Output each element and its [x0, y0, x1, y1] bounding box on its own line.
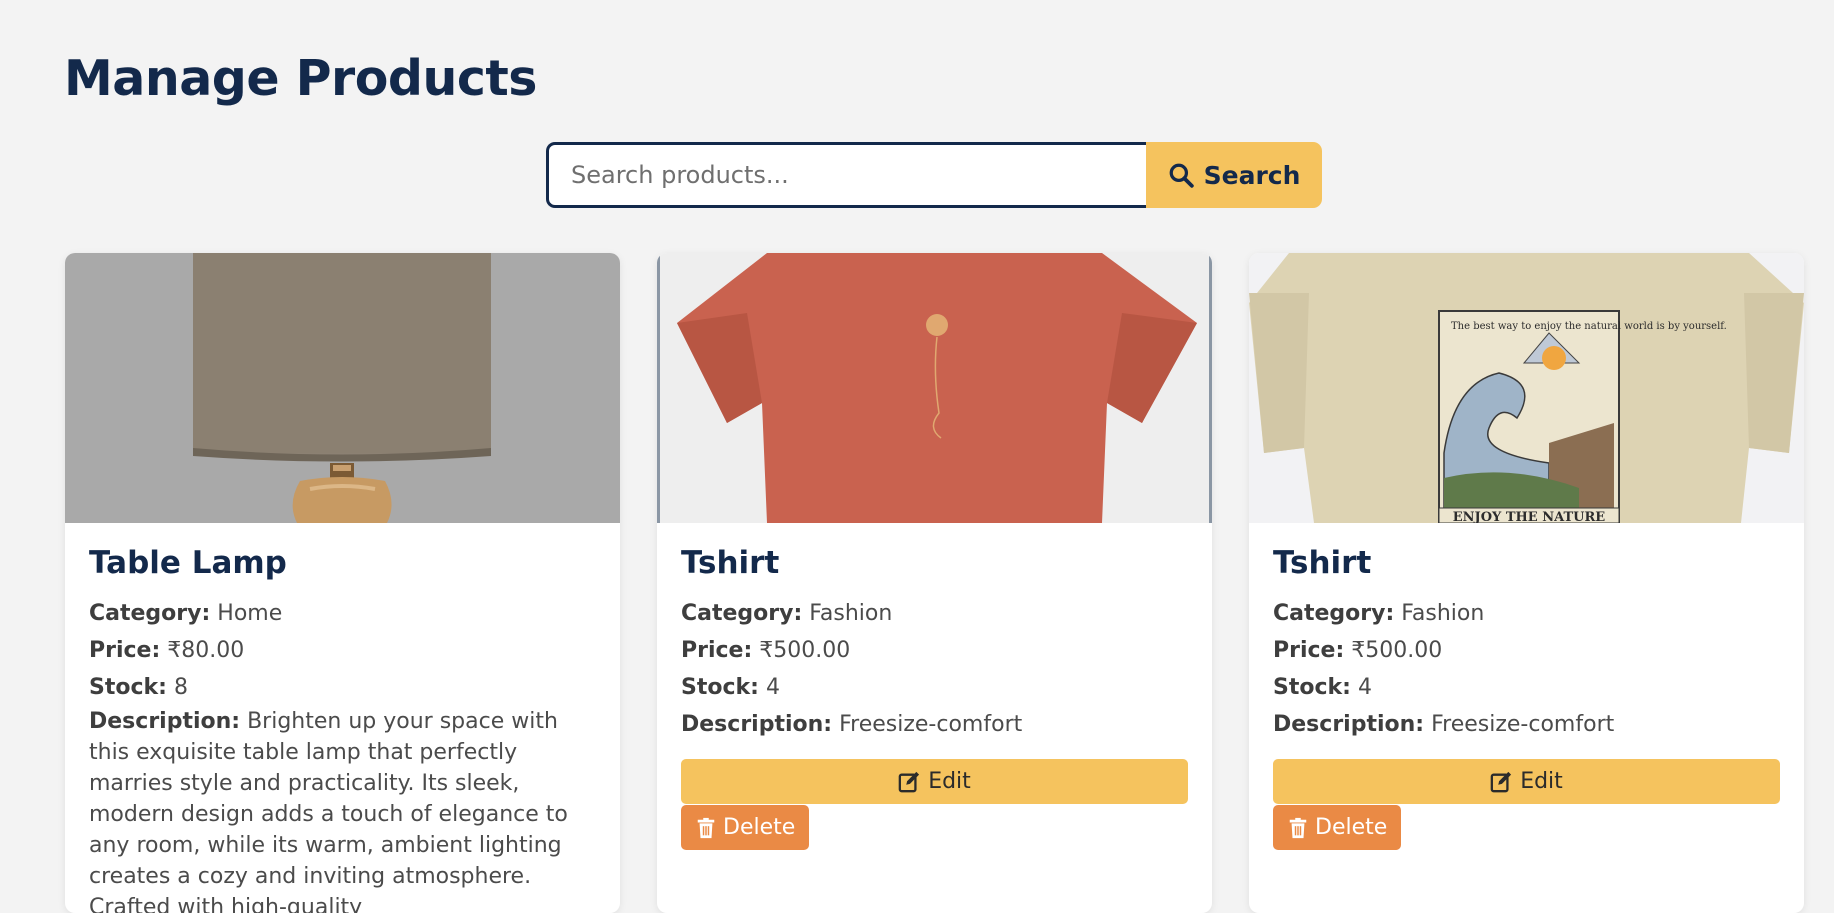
- price-value: ₹80.00: [167, 638, 245, 663]
- price-value: ₹500.00: [1351, 638, 1443, 663]
- stock-value: 4: [765, 675, 780, 700]
- product-name: Tshirt: [1273, 545, 1372, 581]
- edit-button-label: Edit: [1520, 769, 1563, 794]
- edit-button[interactable]: Edit: [1273, 759, 1780, 804]
- search-button-label: Search: [1203, 160, 1301, 190]
- category-label: Category:: [681, 601, 803, 626]
- slogan-line-1: The best way to enjoy the natural world …: [1451, 321, 1727, 332]
- stock-label: Stock:: [681, 675, 759, 700]
- product-stock: Stock: 4: [681, 669, 1188, 706]
- product-category: Category: Fashion: [681, 595, 1188, 632]
- price-label: Price:: [1273, 638, 1345, 663]
- description-value: Freesize-comfort: [1431, 712, 1615, 737]
- product-stock: Stock: 8: [89, 669, 596, 706]
- edit-icon: [1490, 771, 1512, 792]
- product-description: Description: Brighten up your space with…: [89, 706, 596, 913]
- table-lamp-image: [65, 253, 620, 523]
- edit-button[interactable]: Edit: [681, 759, 1188, 804]
- stock-label: Stock:: [89, 675, 167, 700]
- red-tshirt-image: [657, 253, 1212, 523]
- search-bar: Search: [546, 142, 1322, 208]
- product-card: Tshirt Category: Fashion Price: ₹500.00 …: [657, 253, 1212, 913]
- product-name: Table Lamp: [89, 545, 287, 581]
- beige-tshirt-image: The best way to enjoy the natural world …: [1249, 253, 1804, 523]
- product-description: Description: Freesize-comfort: [1273, 706, 1780, 743]
- category-value: Fashion: [809, 601, 893, 626]
- product-price: Price: ₹500.00: [681, 632, 1188, 669]
- trash-icon: [697, 817, 715, 838]
- product-category: Category: Home: [89, 595, 596, 632]
- price-value: ₹500.00: [759, 638, 851, 663]
- product-card: The best way to enjoy the natural world …: [1249, 253, 1804, 913]
- delete-button-label: Delete: [723, 815, 796, 840]
- delete-button[interactable]: Delete: [681, 805, 810, 850]
- product-category: Category: Fashion: [1273, 595, 1780, 632]
- product-description: Description: Freesize-comfort: [681, 706, 1188, 743]
- product-card: Table Lamp Category: Home Price: ₹80.00 …: [65, 253, 620, 913]
- image-banner-text: ENJOY THE NATURE: [1453, 510, 1606, 523]
- stock-value: 4: [1357, 675, 1372, 700]
- edit-icon: [898, 771, 920, 792]
- product-stock: Stock: 4: [1273, 669, 1780, 706]
- product-name: Tshirt: [681, 545, 780, 581]
- search-button[interactable]: Search: [1146, 142, 1322, 208]
- price-label: Price:: [681, 638, 753, 663]
- page-title: Manage Products: [64, 50, 537, 107]
- description-value: Brighten up your space with this exquisi…: [89, 709, 568, 913]
- description-value: Freesize-comfort: [839, 712, 1023, 737]
- stock-value: 8: [173, 675, 188, 700]
- delete-button-label: Delete: [1315, 815, 1388, 840]
- stock-label: Stock:: [1273, 675, 1351, 700]
- description-label: Description:: [89, 709, 241, 734]
- price-label: Price:: [89, 638, 161, 663]
- delete-button[interactable]: Delete: [1273, 805, 1402, 850]
- description-label: Description:: [1273, 712, 1425, 737]
- product-price: Price: ₹500.00: [1273, 632, 1780, 669]
- trash-icon: [1289, 817, 1307, 838]
- category-value: Fashion: [1401, 601, 1485, 626]
- edit-button-label: Edit: [928, 769, 971, 794]
- category-value: Home: [217, 601, 283, 626]
- description-label: Description:: [681, 712, 833, 737]
- category-label: Category:: [89, 601, 211, 626]
- category-label: Category:: [1273, 601, 1395, 626]
- search-icon: [1169, 163, 1194, 188]
- search-input[interactable]: [546, 142, 1146, 208]
- product-price: Price: ₹80.00: [89, 632, 596, 669]
